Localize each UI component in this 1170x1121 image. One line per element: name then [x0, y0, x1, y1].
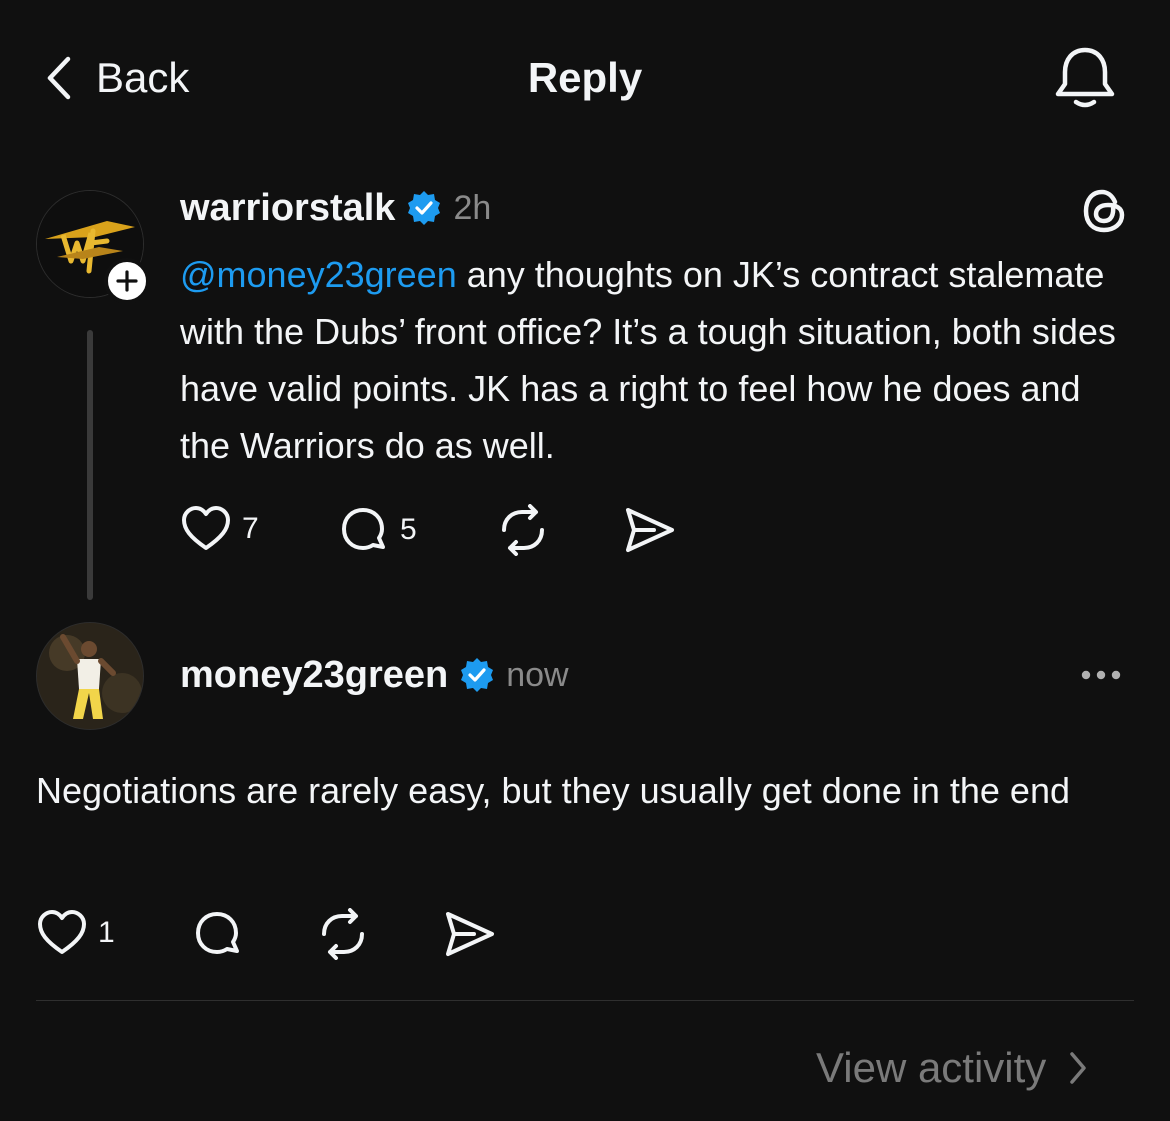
reply-username[interactable]: money23green — [180, 654, 448, 697]
heart-icon — [36, 908, 88, 958]
like-button[interactable]: 7 — [180, 504, 259, 554]
thread-line — [87, 330, 93, 600]
comment-count: 5 — [400, 513, 417, 546]
send-icon — [622, 504, 676, 556]
send-icon — [442, 908, 496, 960]
post-time: 2h — [453, 188, 492, 227]
reply-author-row: money23green now — [180, 652, 569, 698]
reply-text: Negotiations are rarely easy, but they u… — [36, 770, 1070, 811]
repost-button[interactable] — [496, 504, 550, 556]
bell-icon[interactable] — [1052, 44, 1118, 110]
comment-icon — [338, 504, 390, 556]
plus-icon — [115, 269, 139, 293]
verified-badge-icon — [458, 656, 496, 694]
chevron-right-icon — [1068, 1050, 1088, 1086]
share-button[interactable] — [622, 504, 676, 556]
repost-icon — [496, 504, 550, 556]
more-icon[interactable] — [1080, 662, 1122, 688]
like-count: 7 — [242, 512, 259, 545]
verified-badge-icon — [405, 189, 443, 227]
heart-icon — [180, 504, 232, 554]
comment-icon — [192, 908, 244, 960]
threads-icon[interactable] — [1080, 186, 1130, 236]
page-title: Reply — [527, 54, 643, 101]
reply-like-button[interactable]: 1 — [36, 908, 115, 958]
view-activity-button[interactable]: View activity — [816, 1040, 1088, 1096]
divider — [36, 1000, 1134, 1001]
comment-button[interactable]: 5 — [338, 504, 417, 556]
post-author-row: warriorstalk 2h — [180, 185, 491, 231]
repost-icon — [316, 908, 370, 960]
post-text: @money23green any thoughts on JK’s contr… — [180, 246, 1140, 474]
reply-share-button[interactable] — [442, 908, 496, 960]
reply-time: now — [506, 655, 569, 694]
reply-comment-button[interactable] — [192, 908, 244, 960]
mention-link[interactable]: @money23green — [180, 254, 457, 295]
post-username[interactable]: warriorstalk — [180, 187, 395, 230]
reply-repost-button[interactable] — [316, 908, 370, 960]
view-activity-label: View activity — [816, 1044, 1047, 1091]
player-photo-icon — [37, 623, 143, 729]
reply-like-count: 1 — [98, 916, 115, 949]
avatar-money23green[interactable] — [36, 622, 144, 730]
follow-button[interactable] — [104, 258, 150, 304]
